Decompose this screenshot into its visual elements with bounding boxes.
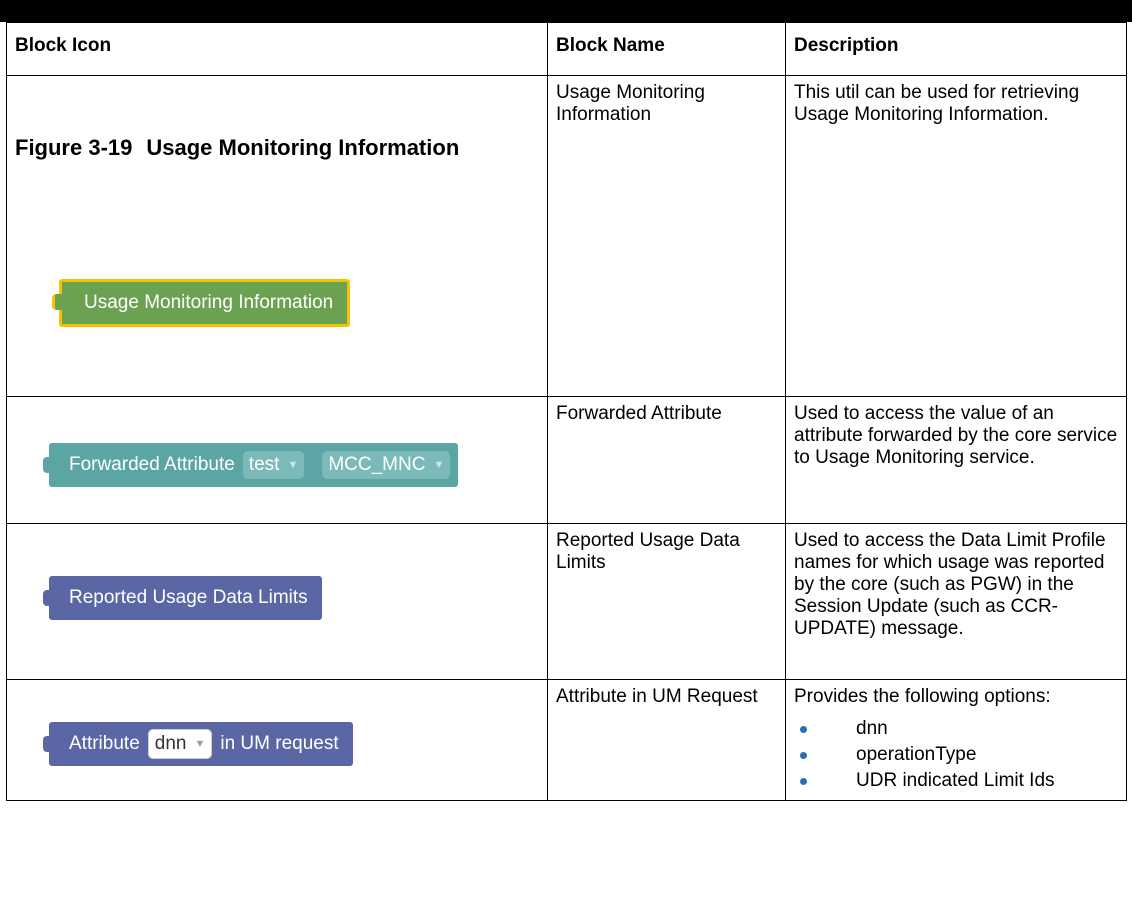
figure-number: Figure 3-19 (15, 135, 133, 160)
block-label: Reported Usage Data Limits (69, 587, 308, 608)
option-label: dnn (856, 718, 888, 739)
dropdown-caret-icon: ▼ (287, 459, 299, 471)
block-label-after: in UM request (220, 733, 339, 754)
bullet-icon (800, 778, 807, 785)
option-label: operationType (856, 744, 977, 765)
block-name-cell: Attribute in UM Request (547, 679, 786, 801)
options-list: dnn operationType UDR indicated Limit Id… (794, 716, 1118, 794)
block-name-cell: Reported Usage Data Limits (547, 523, 786, 680)
option-label: UDR indicated Limit Ids (856, 770, 1055, 791)
reported-usage-data-limits-block[interactable]: Reported Usage Data Limits (43, 576, 322, 620)
table-row: Figure 3-19 Usage Monitoring Information … (6, 75, 1127, 397)
top-rule (0, 0, 1132, 22)
description-cell: Provides the following options: dnn oper… (785, 679, 1127, 801)
figure-title: Usage Monitoring Information (146, 135, 460, 160)
block-label: Forwarded Attribute (69, 454, 235, 475)
attribute-name-dropdown[interactable]: MCC_MNC ▼ (322, 451, 451, 479)
block-name-cell: Forwarded Attribute (547, 396, 786, 524)
attribute-source-dropdown[interactable]: test ▼ (242, 451, 305, 479)
description-text: Provides the following options: (794, 686, 1051, 707)
description-cell: This util can be used for retrieving Usa… (785, 75, 1127, 397)
figure-caption: Figure 3-19 Usage Monitoring Information (15, 134, 539, 161)
list-item: dnn (794, 716, 1118, 742)
bullet-icon (800, 752, 807, 759)
block-label: Usage Monitoring Information (84, 292, 334, 313)
bullet-icon (800, 726, 807, 733)
blocks-table: Block Icon Block Name Description Figure… (6, 22, 1127, 801)
header-description: Description (785, 22, 1127, 76)
header-block-name: Block Name (547, 22, 786, 76)
forwarded-attribute-block[interactable]: Forwarded Attribute test ▼ MCC_MNC ▼ (43, 443, 459, 487)
block-connector-notch (43, 736, 51, 752)
table-header-row: Block Icon Block Name Description (6, 22, 1127, 76)
attribute-dropdown[interactable]: dnn ▼ (147, 729, 213, 759)
dropdown-caret-icon: ▼ (433, 459, 445, 471)
usage-monitoring-information-block[interactable]: Usage Monitoring Information (52, 279, 351, 327)
block-name-cell: Usage Monitoring Information (547, 75, 786, 397)
description-cell: Used to access the Data Limit Profile na… (785, 523, 1127, 680)
block-icon-cell: Figure 3-19 Usage Monitoring Information … (6, 75, 548, 397)
list-item: UDR indicated Limit Ids (794, 768, 1118, 794)
block-icon-cell: Attribute dnn ▼ in UM request (6, 679, 548, 801)
dropdown-value: dnn (154, 733, 187, 754)
block-label-before: Attribute (69, 733, 140, 754)
header-block-icon: Block Icon (6, 22, 548, 76)
block-connector-notch (43, 590, 51, 606)
description-cell: Used to access the value of an attribute… (785, 396, 1127, 524)
block-icon-cell: Reported Usage Data Limits (6, 523, 548, 680)
attribute-in-um-request-block[interactable]: Attribute dnn ▼ in UM request (43, 722, 353, 766)
table-row: Forwarded Attribute test ▼ MCC_MNC ▼ For… (6, 396, 1127, 524)
table-row: Attribute dnn ▼ in UM request Attribute … (6, 679, 1127, 801)
list-item: operationType (794, 742, 1118, 768)
block-connector-notch (43, 457, 51, 473)
dropdown-value: MCC_MNC (328, 454, 426, 475)
dropdown-caret-icon: ▼ (194, 738, 206, 750)
block-icon-cell: Forwarded Attribute test ▼ MCC_MNC ▼ (6, 396, 548, 524)
table-row: Reported Usage Data Limits Reported Usag… (6, 523, 1127, 680)
dropdown-value: test (248, 454, 280, 475)
block-connector-notch (52, 294, 63, 310)
